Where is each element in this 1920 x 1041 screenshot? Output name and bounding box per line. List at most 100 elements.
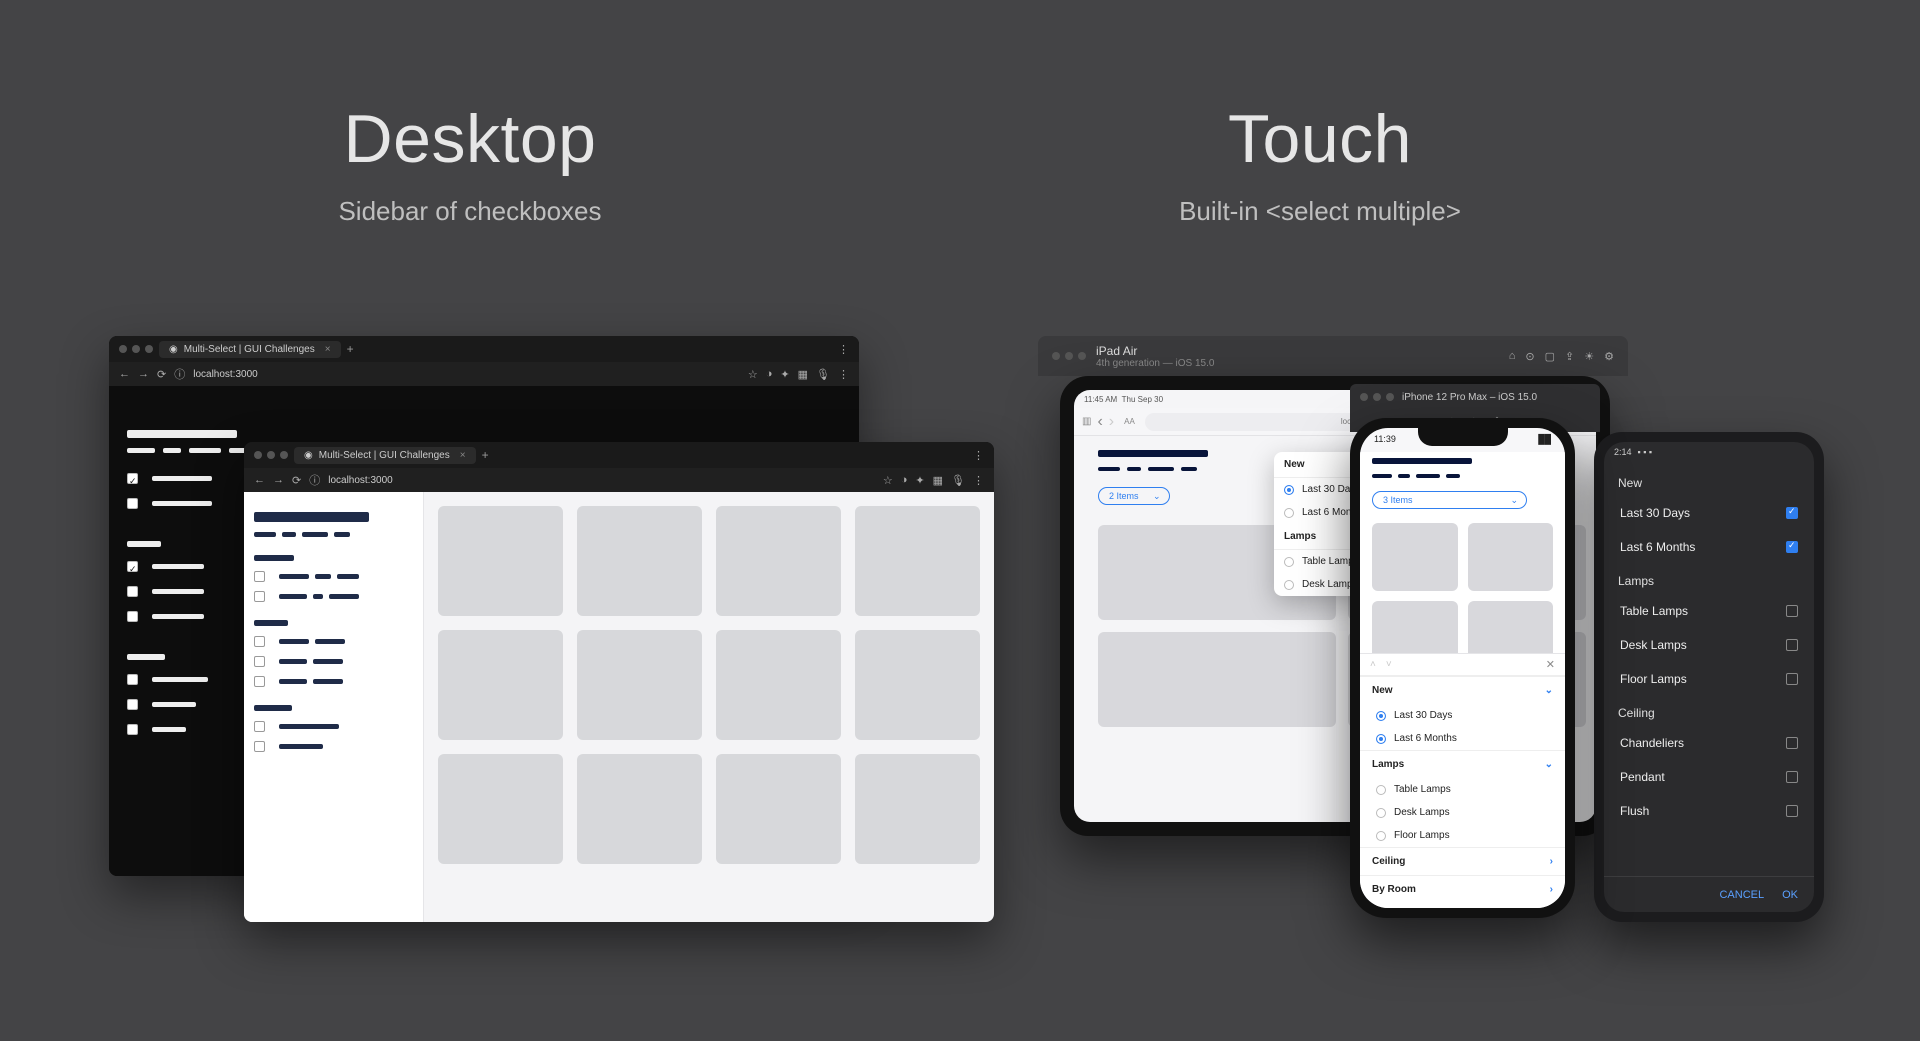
more-icon[interactable]: ⋮ [973,449,984,462]
back-icon[interactable]: ← [119,368,130,380]
option-row[interactable]: Last 30 Days [1360,704,1565,727]
grid-tile[interactable] [438,754,563,864]
option-row[interactable]: Desk Lamps [1612,628,1806,662]
url-field[interactable]: localhost:3000 [328,475,875,486]
sim-device-name: iPhone 12 Pro Max – iOS 15.0 [1402,392,1537,403]
back-icon[interactable]: ← [254,474,265,486]
grid-tile[interactable] [577,630,702,740]
sidebar-icon[interactable]: ▥ [1082,416,1091,427]
camera-icon[interactable]: ⊙ [1525,350,1534,363]
browser-tab[interactable]: ◉ Multi-Select | GUI Challenges × [159,341,341,358]
checkbox-row[interactable] [254,741,413,752]
ok-button[interactable]: OK [1782,889,1798,901]
new-tab-button[interactable]: + [347,342,354,356]
devtools-icon[interactable]: ▦ [933,474,943,487]
url-field[interactable]: localhost:3000 [193,369,740,380]
devtools-icon[interactable]: ▦ [798,368,808,381]
option-row[interactable]: Last 6 Months [1360,727,1565,750]
option-row[interactable]: Last 6 Months [1612,530,1806,564]
cancel-button[interactable]: CANCEL [1719,889,1764,901]
close-icon[interactable]: × [325,344,331,355]
menu-icon[interactable]: ⋮ [838,368,849,381]
option-row[interactable]: Floor Lamps [1612,662,1806,696]
grid-tile[interactable] [716,754,841,864]
option-row[interactable]: Floor Lamps [1360,824,1565,847]
option-row[interactable]: Table Lamps [1612,594,1806,628]
grid-tile[interactable] [1372,523,1458,591]
reload-icon[interactable]: ⟳ [292,474,301,487]
info-icon[interactable]: ⓘ [174,366,185,382]
mic-icon[interactable]: 🎙 [816,368,830,381]
window-traffic-lights[interactable] [1360,393,1394,401]
grid-tile[interactable] [855,754,980,864]
mic-icon[interactable]: 🎙 [951,474,965,487]
chevron-up-icon[interactable]: ˄ [1370,659,1376,670]
section-header[interactable]: Ceiling› [1360,847,1565,875]
grid-tile[interactable] [1468,523,1554,591]
window-traffic-lights[interactable] [254,451,288,459]
checkbox-row[interactable] [254,591,413,602]
extension-icon[interactable]: ✦ [780,368,789,381]
checkbox-row[interactable] [254,636,413,647]
checkbox-checked-icon [1786,507,1798,519]
info-icon[interactable]: ⓘ [309,472,320,488]
option-row[interactable]: Pendant [1612,760,1806,794]
grid-tile[interactable] [577,506,702,616]
share-icon[interactable]: ⇪ [1565,350,1574,363]
star-icon[interactable]: ☆ [748,368,758,381]
battery-icon: ██ [1538,434,1551,452]
window-traffic-lights[interactable] [119,345,153,353]
chevron-right-icon: › [1550,884,1553,895]
forward-icon[interactable]: › [1109,413,1114,431]
checkbox-row[interactable] [254,656,413,667]
new-tab-button[interactable]: + [482,448,489,462]
shield-icon[interactable]: ◑ [766,368,773,380]
filter-pill[interactable]: 3 Items [1372,491,1527,509]
menu-icon[interactable]: ⋮ [973,474,984,487]
grid-tile[interactable] [716,506,841,616]
close-icon[interactable]: × [460,450,466,461]
text-size-button[interactable]: AA [1120,417,1139,426]
radio-icon [1284,508,1294,518]
grid-tile[interactable] [438,506,563,616]
option-row[interactable]: Flush [1612,794,1806,828]
forward-icon[interactable]: → [273,474,284,486]
grid-tile[interactable] [1098,632,1336,727]
option-row[interactable]: Table Lamps [1360,778,1565,801]
checkbox-row[interactable] [254,676,413,687]
checkbox-row[interactable] [254,571,413,582]
checkbox-row[interactable] [254,721,413,732]
more-icon[interactable]: ⋮ [838,343,849,356]
grid-tile[interactable] [855,630,980,740]
close-icon[interactable]: ✕ [1546,658,1555,671]
shield-icon[interactable]: ◑ [901,474,908,486]
grid-tile[interactable] [855,506,980,616]
filter-pill[interactable]: 2 Items [1098,487,1170,505]
section-header[interactable]: New⌄ [1360,676,1565,704]
settings-icon[interactable]: ⚙ [1604,350,1614,363]
select-sheet[interactable]: ˄ ˅ ✕ New⌄ Last 30 Days Last 6 Months Lam… [1360,653,1565,908]
home-icon[interactable]: ⌂ [1509,350,1516,362]
reload-icon[interactable]: ⟳ [157,368,166,381]
brightness-icon[interactable]: ☀ [1584,350,1594,363]
extension-icon[interactable]: ✦ [915,474,924,487]
android-device: 2:14▪ ▪ ▪ New Last 30 Days Last 6 Months… [1594,432,1824,922]
star-icon[interactable]: ☆ [883,474,893,487]
section-header[interactable]: By Room› [1360,875,1565,903]
grid-tile[interactable] [577,754,702,864]
window-traffic-lights[interactable] [1052,352,1086,360]
filter-pill-label: 3 Items [1383,495,1413,505]
back-icon[interactable]: ‹ [1097,413,1102,431]
option-row[interactable]: Desk Lamps [1360,801,1565,824]
rotate-icon[interactable]: ▢ [1545,350,1555,363]
forward-icon[interactable]: → [138,368,149,380]
option-row[interactable]: Chandeliers [1612,726,1806,760]
chevron-down-icon[interactable]: ˅ [1386,659,1392,670]
browser-window-light: ◉ Multi-Select | GUI Challenges × + ⋮ ← … [244,442,994,922]
browser-tab[interactable]: ◉ Multi-Select | GUI Challenges × [294,447,476,464]
grid-tile[interactable] [716,630,841,740]
option-row[interactable]: Last 30 Days [1612,496,1806,530]
grid-tile[interactable] [438,630,563,740]
section-header[interactable]: Lamps⌄ [1360,750,1565,778]
heading-touch: Touch Built-in <select multiple> [1020,100,1620,227]
